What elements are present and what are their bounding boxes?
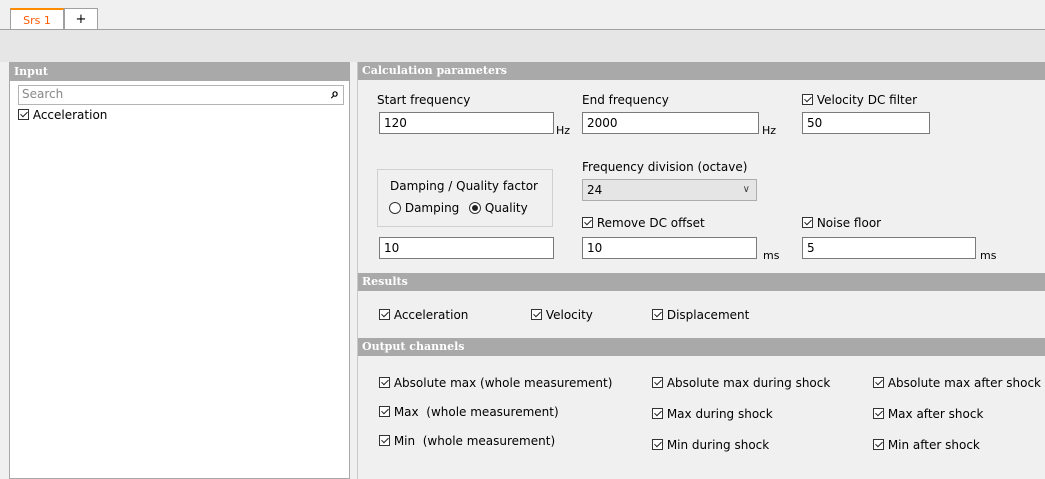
radio-quality[interactable]: Quality [469,201,528,215]
output-min-after-shock[interactable]: Min after shock [873,438,980,452]
search-input[interactable]: Search ⌕ [18,85,344,105]
frequency-division-label: Frequency division (octave) [582,160,748,174]
search-placeholder: Search [22,87,64,101]
checkbox-output[interactable] [873,439,884,450]
checkbox-output[interactable] [652,439,663,450]
output-label: Max during shock [666,407,773,421]
output-label: Min (whole measurement) [393,434,556,448]
output-channels-header: Output channels [358,338,1045,356]
parameters-panel: Calculation parameters Start frequency 1… [357,62,1045,479]
end-frequency-unit: Hz [762,124,777,137]
output-max-after-shock[interactable]: Max after shock [873,407,983,421]
checkbox-output[interactable] [379,377,390,388]
results-header: Results [358,273,1045,291]
checkbox-output[interactable] [873,408,884,419]
tab-srs-1[interactable]: Srs 1 [10,8,64,29]
start-frequency-input[interactable]: 120 [379,112,554,134]
start-frequency-label: Start frequency [377,93,471,107]
radio-damping-label: Damping [404,201,460,215]
output-label: Absolute max during shock [666,376,831,390]
start-frequency-unit: Hz [556,124,571,137]
output-label: Absolute max after shock [887,376,1041,390]
radio-damping[interactable]: Damping [389,201,459,215]
output-label: Max (whole measurement) [393,405,559,419]
output-max-during-shock[interactable]: Max during shock [652,407,773,421]
end-frequency-input[interactable]: 2000 [582,112,759,134]
damping-value-input[interactable]: 10 [379,237,554,259]
result-displacement[interactable]: Displacement [652,308,749,322]
calc-header: Calculation parameters [358,62,1045,80]
end-frequency-label: End frequency [582,93,669,107]
radio-quality-circle[interactable] [469,202,481,214]
output-label: Max after shock [887,407,984,421]
noise-floor-input[interactable]: 5 [802,237,976,259]
input-item-acceleration[interactable]: Acceleration [18,108,107,122]
frequency-division-select[interactable]: 24 ∨ [582,179,757,201]
input-panel: Input Search ⌕ Acceleration [9,62,350,479]
output-max-whole[interactable]: Max (whole measurement) [379,405,559,419]
result-velocity[interactable]: Velocity [531,308,593,322]
checkbox-output[interactable] [379,406,390,417]
noise-floor-label: Noise floor [816,216,882,230]
output-absolute-max-whole[interactable]: Absolute max (whole measurement) [379,376,612,390]
checkbox-velocity-dc-filter[interactable] [802,94,813,105]
damping-group-title: Damping / Quality factor [390,179,538,193]
input-item-label: Acceleration [32,108,108,122]
checkbox-result-velocity[interactable] [531,309,542,320]
chevron-down-icon[interactable]: ∨ [743,180,750,200]
radio-quality-label: Quality [484,201,528,215]
checkbox-output[interactable] [652,377,663,388]
checkbox-output[interactable] [652,408,663,419]
output-label: Min after shock [887,438,980,452]
remove-dc-offset-unit: ms [763,249,780,262]
checkbox-noise-floor[interactable] [802,217,813,228]
velocity-dc-filter-checkbox[interactable]: Velocity DC filter [802,93,917,107]
noise-floor-checkbox[interactable]: Noise floor [802,216,881,230]
input-header: Input [10,63,349,81]
checkbox-remove-dc-offset[interactable] [582,217,593,228]
output-absolute-max-during-shock[interactable]: Absolute max during shock [652,376,830,390]
remove-dc-offset-checkbox[interactable]: Remove DC offset [582,216,705,230]
checkbox-acceleration-input[interactable] [18,109,29,120]
toolbar-strip [0,30,1045,62]
checkbox-output[interactable] [379,435,390,446]
result-velocity-label: Velocity [545,308,593,322]
search-icon[interactable]: ⌕ [331,86,339,102]
velocity-dc-filter-input[interactable]: 50 [802,112,930,134]
noise-floor-unit: ms [980,249,997,262]
output-min-whole[interactable]: Min (whole measurement) [379,434,555,448]
add-tab-button[interactable]: + [64,8,98,29]
frequency-division-value: 24 [587,183,603,197]
remove-dc-offset-input[interactable]: 10 [582,237,757,259]
result-displacement-label: Displacement [666,308,750,322]
checkbox-output[interactable] [873,377,884,388]
radio-damping-circle[interactable] [389,202,401,214]
result-acceleration[interactable]: Acceleration [379,308,468,322]
checkbox-result-displacement[interactable] [652,309,663,320]
checkbox-result-acceleration[interactable] [379,309,390,320]
output-label: Absolute max (whole measurement) [393,376,613,390]
output-min-during-shock[interactable]: Min during shock [652,438,769,452]
damping-group [377,169,553,227]
remove-dc-offset-label: Remove DC offset [596,216,705,230]
velocity-dc-filter-label: Velocity DC filter [816,93,918,107]
result-acceleration-label: Acceleration [393,308,469,322]
output-absolute-max-after-shock[interactable]: Absolute max after shock [873,376,1041,390]
output-label: Min during shock [666,438,770,452]
